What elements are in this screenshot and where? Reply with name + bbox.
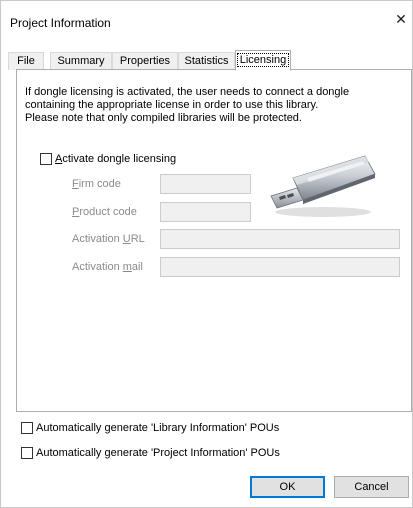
activation-url-field: [160, 229, 400, 249]
activation-mail-label: Activation mail: [72, 261, 143, 273]
ok-button[interactable]: OK: [250, 476, 325, 498]
activate-dongle-licensing-label: Activate dongle licensing: [55, 153, 177, 165]
activation-url-label: Activation URL: [72, 233, 145, 245]
tab-file[interactable]: File: [8, 52, 44, 70]
gen-library-info-label: Automatically generate 'Library Informat…: [36, 422, 280, 434]
activation-mail-field: [160, 257, 400, 277]
gen-library-info-checkbox[interactable]: Automatically generate 'Library Informat…: [21, 422, 279, 434]
cancel-button[interactable]: Cancel: [334, 476, 409, 498]
checkbox-box[interactable]: [21, 447, 33, 459]
info-line: If dongle licensing is activated, the us…: [25, 86, 350, 98]
close-button[interactable]: ✕: [390, 7, 412, 31]
title-bar: Project Information ✕: [1, 1, 412, 45]
gen-project-info-label: Automatically generate 'Project Informat…: [36, 447, 280, 459]
product-code-label: Product code: [72, 206, 137, 218]
product-code-field: [160, 202, 251, 222]
checkbox-box[interactable]: [40, 153, 52, 165]
tab-statistics[interactable]: Statistics: [178, 52, 235, 70]
usb-dongle-icon: [270, 155, 376, 217]
firm-code-field: [160, 174, 251, 194]
info-line: Please note that only compiled libraries…: [25, 112, 302, 124]
tab-licensing[interactable]: Licensing: [235, 50, 291, 71]
licensing-info-text: If dongle licensing is activated, the us…: [25, 86, 405, 125]
info-line: containing the appropriate license in or…: [25, 99, 319, 111]
checkbox-box[interactable]: [21, 422, 33, 434]
tab-strip: File Summary Properties Statistics Licen…: [8, 50, 412, 71]
gen-project-info-checkbox[interactable]: Automatically generate 'Project Informat…: [21, 447, 280, 459]
activate-dongle-licensing-checkbox[interactable]: Activate dongle licensing: [40, 153, 176, 165]
project-information-dialog: Project Information ✕ File Summary Prope…: [0, 0, 413, 508]
licensing-panel: If dongle licensing is activated, the us…: [16, 69, 412, 412]
firm-code-label: Firm code: [72, 178, 121, 190]
tab-summary[interactable]: Summary: [50, 52, 112, 70]
tab-properties[interactable]: Properties: [112, 52, 178, 70]
dialog-title: Project Information: [10, 16, 111, 30]
